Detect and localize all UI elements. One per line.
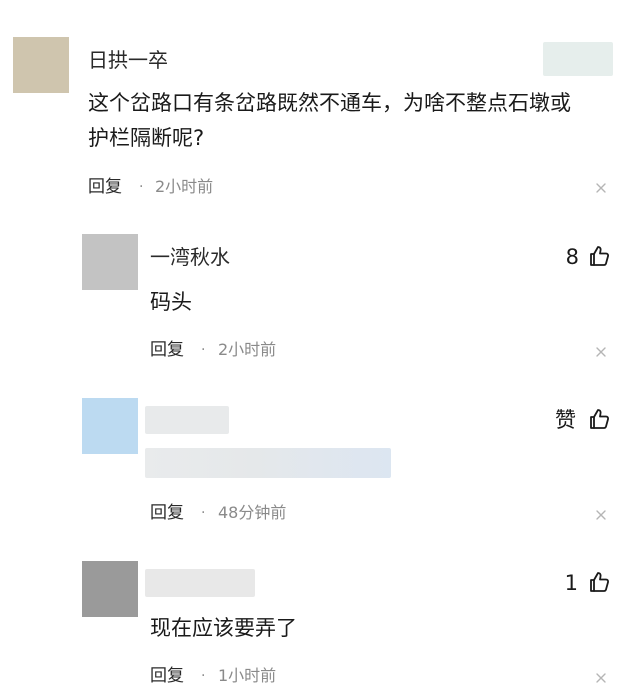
timestamp: 48分钟前	[218, 503, 287, 522]
thumbs-up-icon[interactable]	[587, 244, 611, 268]
avatar[interactable]	[82, 234, 138, 290]
close-icon[interactable]	[594, 345, 608, 359]
reply-button[interactable]: 回复	[150, 339, 184, 361]
comment-text: 码头	[150, 290, 192, 314]
like-count: 8	[565, 245, 579, 269]
blurred-username	[145, 406, 229, 434]
reply-button[interactable]: 回复	[150, 665, 184, 687]
separator-dot: ·	[201, 668, 206, 684]
like-label: 赞	[555, 408, 576, 432]
comment-text-line: 这个岔路口有条岔路既然不通车，为啥不整点石墩或	[88, 91, 571, 115]
blurred-comment-text	[145, 448, 391, 478]
reply-button[interactable]: 回复	[150, 502, 184, 524]
thumbs-up-icon[interactable]	[587, 407, 611, 431]
timestamp: 1小时前	[218, 666, 277, 685]
comment-text: 现在应该要弄了	[150, 616, 297, 640]
comment-text-line: 护栏隔断呢?	[88, 126, 205, 150]
separator-dot: ·	[201, 505, 206, 521]
avatar[interactable]	[82, 561, 138, 617]
separator-dot: ·	[139, 179, 144, 195]
avatar[interactable]	[82, 398, 138, 454]
thumbs-up-icon[interactable]	[587, 570, 611, 594]
blurred-username	[145, 569, 255, 597]
close-icon[interactable]	[594, 508, 608, 522]
close-icon[interactable]	[594, 671, 608, 685]
blurred-badge	[543, 42, 613, 76]
close-icon[interactable]	[594, 181, 608, 195]
username[interactable]: 一湾秋水	[150, 245, 230, 269]
timestamp: 2小时前	[155, 177, 214, 196]
username[interactable]: 日拱一卒	[88, 48, 168, 72]
like-count: 1	[564, 571, 578, 595]
timestamp: 2小时前	[218, 340, 277, 359]
avatar[interactable]	[13, 37, 69, 93]
reply-button[interactable]: 回复	[88, 176, 122, 198]
separator-dot: ·	[201, 342, 206, 358]
